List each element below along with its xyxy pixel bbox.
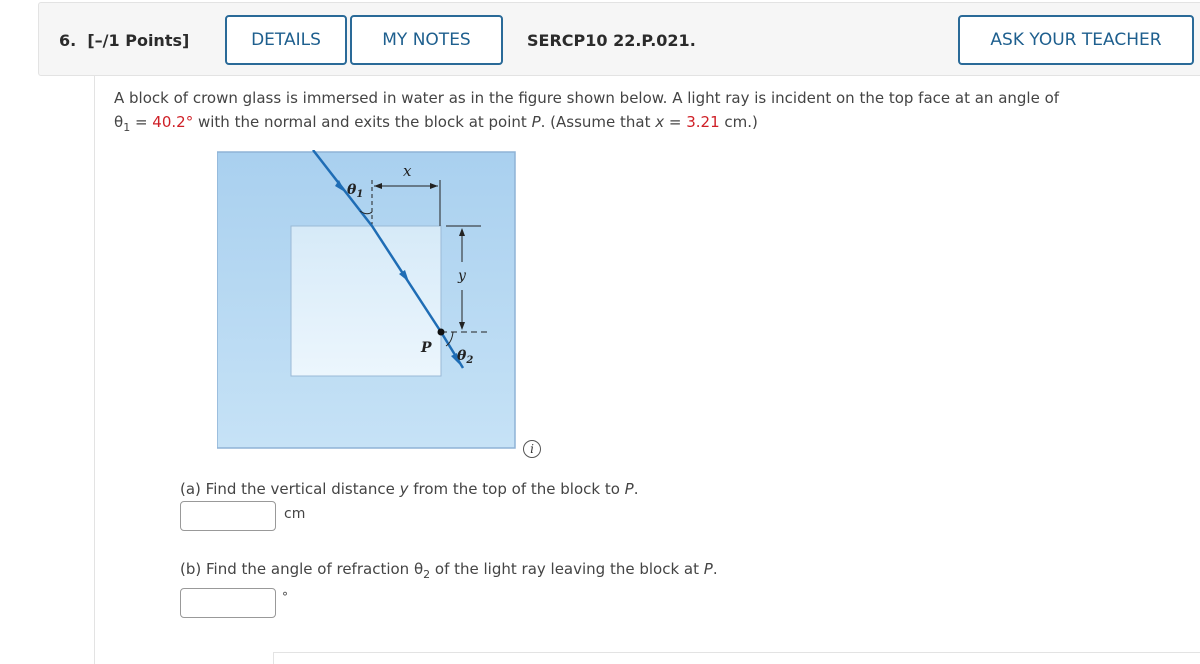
divider <box>273 652 1200 664</box>
glass-block <box>290 225 442 377</box>
part-a-input[interactable] <box>180 501 276 531</box>
question-points: 6. [–/1 Points] <box>59 31 190 50</box>
question-code: SERCP10 22.P.021. <box>527 31 696 50</box>
details-button[interactable]: DETAILS <box>225 15 347 65</box>
my-notes-button[interactable]: MY NOTES <box>350 15 503 65</box>
x-value: 3.21 <box>686 113 720 131</box>
part-b-unit: ° <box>282 590 288 604</box>
refraction-figure: x y θ1 P θ2 <box>217 150 516 449</box>
theta1-value: 40.2° <box>152 113 194 131</box>
ask-your-teacher-button[interactable]: ASK YOUR TEACHER <box>958 15 1194 65</box>
point-p <box>437 328 445 336</box>
part-b-answer-row: ° <box>180 588 288 618</box>
info-icon[interactable]: i <box>523 440 541 458</box>
question-header: 6. [–/1 Points] DETAILS MY NOTES SERCP10… <box>38 2 1200 76</box>
part-a-unit: cm <box>284 506 306 522</box>
part-b-input[interactable] <box>180 588 276 618</box>
part-a-answer-row: cm <box>180 501 305 531</box>
y-label: y <box>457 268 467 284</box>
x-label: x <box>403 162 412 180</box>
part-b-prompt: (b) Find the angle of refraction θ2 of t… <box>180 560 718 581</box>
question-body: A block of crown glass is immersed in wa… <box>94 76 1200 664</box>
part-a-prompt: (a) Find the vertical distance y from th… <box>180 480 639 498</box>
p-label: P <box>420 340 432 356</box>
problem-statement: A block of crown glass is immersed in wa… <box>114 89 1060 134</box>
